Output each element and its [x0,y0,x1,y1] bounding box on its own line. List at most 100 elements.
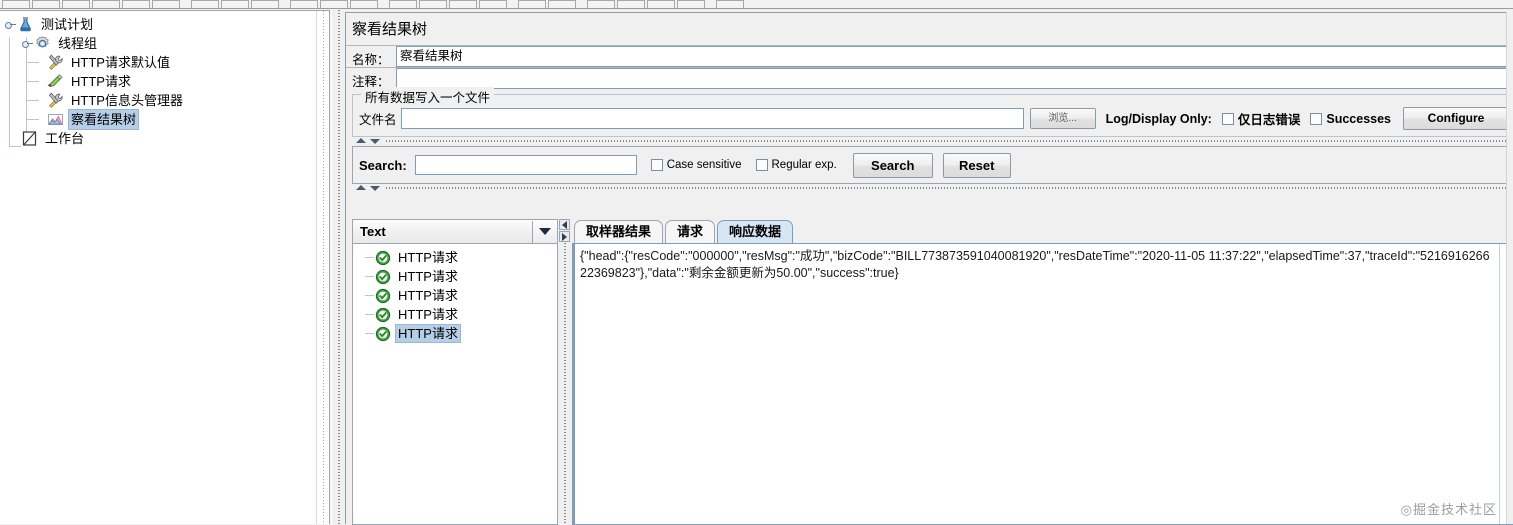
toolbar [0,0,1513,9]
tree-node-view-results-tree[interactable]: 察看结果树 [0,109,329,130]
view-results-tree-panel: 察看结果树 名称： 察看结果树 注释： 所有数据写入一个文件 文件名 浏览...… [345,12,1513,525]
toolbar-button-undo[interactable] [647,0,675,8]
comment-input[interactable] [396,68,1513,89]
collapse-up-icon[interactable] [356,185,366,190]
errors-only-checkbox[interactable]: 仅日志错误 [1221,109,1300,128]
filename-label: 文件名 [359,113,397,127]
filename-row: 文件名 浏览... Log/Display Only: 仅日志错误 Succes… [353,107,1513,130]
tree-connector [26,81,39,82]
tree-node-label: HTTP请求 [71,74,131,89]
tree-node-header-manager[interactable]: HTTP信息头管理器 [0,91,329,110]
toolbar-button-save-as[interactable] [122,0,150,8]
expand-handle-icon[interactable] [4,18,17,31]
case-sensitive-checkbox-box[interactable] [650,159,663,171]
toolbar-button-collapse[interactable] [320,0,348,8]
tree-node-test-plan[interactable]: 测试计划 [0,15,329,34]
toolbar-button-toggle[interactable] [350,0,378,8]
toolbar-button-help[interactable] [716,0,744,8]
write-all-data-group: 所有数据写入一个文件 文件名 浏览... Log/Display Only: 仅… [352,87,1513,137]
renderer-select[interactable]: Text [353,220,557,244]
success-status-icon [375,326,391,342]
toolbar-button-search[interactable] [587,0,615,8]
toolbar-button-start-no-pause[interactable] [419,0,447,8]
list-item[interactable]: HTTP请求 [353,248,557,267]
configure-button[interactable]: Configure [1403,107,1509,130]
successes-checkbox-label: Successes [1326,111,1391,126]
tree-connector [365,257,374,258]
tree-node-thread-group[interactable]: 线程组 [0,34,329,53]
toolbar-button-start[interactable] [389,0,417,8]
splitter-grip-icon [338,10,340,524]
http-sampler-icon [47,73,64,90]
horizontal-splitter-top[interactable] [352,137,1513,146]
toolbar-button-shutdown[interactable] [479,0,507,8]
toolbar-button-cut[interactable] [191,0,219,8]
toolbar-button-expand[interactable] [290,0,318,8]
test-plan-tree-panel[interactable]: 测试计划 线程组 HTTP请求默认值 HTTP请求 HTTP信息头管理器 察看结… [0,10,330,524]
list-item[interactable]: HTTP请求 [353,324,557,343]
filename-input[interactable] [400,108,1024,129]
tab-response-data[interactable]: 响应数据 [717,220,794,243]
list-item-label: HTTP请求 [398,250,458,265]
horizontal-splitter-bottom[interactable] [352,184,1513,193]
toolbar-button-copy[interactable] [221,0,249,8]
toolbar-button-open[interactable] [62,0,90,8]
main-vertical-splitter[interactable] [331,10,346,524]
tree-node-workbench[interactable]: 工作台 [0,129,329,148]
window-scrollbar[interactable] [1506,12,1513,524]
splitter-grip-icon [564,243,566,525]
tree-connector [26,119,39,120]
header-manager-icon [47,92,64,109]
tree-node-label: HTTP请求默认值 [71,55,170,70]
list-item[interactable]: HTTP请求 [353,305,557,324]
toolbar-button-close[interactable] [152,0,180,8]
errors-only-checkbox-box[interactable] [1221,112,1234,125]
collapse-up-icon[interactable] [356,138,366,143]
write-all-data-group-title: 所有数据写入一个文件 [361,87,495,106]
toolbar-button-paste[interactable] [251,0,279,8]
tree-node-http-sampler[interactable]: HTTP请求 [0,72,329,91]
tree-scrollbar[interactable] [316,11,329,524]
search-input[interactable] [414,155,637,175]
name-input[interactable]: 察看结果树 [396,46,1513,67]
successes-checkbox[interactable]: Successes [1310,112,1391,126]
toolbar-button-clear[interactable] [518,0,546,8]
reset-button[interactable]: Reset [942,152,1011,178]
browse-button[interactable]: 浏览... [1029,108,1096,129]
tab-request[interactable]: 请求 [665,220,716,243]
expand-handle-icon[interactable] [21,37,34,50]
success-status-icon [375,269,391,285]
toolbar-button-new[interactable] [2,0,30,8]
collapse-right-icon[interactable] [559,231,570,242]
name-row: 名称： 察看结果树 [346,45,1513,67]
toolbar-button-save[interactable] [92,0,120,8]
regular-exp-checkbox[interactable]: Regular exp. [755,159,837,171]
collapse-down-icon[interactable] [370,186,380,191]
tree-node-http-defaults[interactable]: HTTP请求默认值 [0,53,329,72]
toolbar-button-clear-all[interactable] [548,0,576,8]
results-area: Text HTTP请求 HTTP请求 HTTP请求 HTTP请求 HTTP请求 … [352,219,1513,525]
tree-connector [365,314,374,315]
success-status-icon [375,250,391,266]
list-item[interactable]: HTTP请求 [353,267,557,286]
chevron-down-icon[interactable] [532,220,557,243]
view-results-tree-icon [47,111,64,128]
tab-sampler-result[interactable]: 取样器结果 [574,220,664,243]
case-sensitive-checkbox[interactable]: Case sensitive [650,159,742,171]
tree-node-label: HTTP信息头管理器 [71,93,183,108]
collapse-left-icon[interactable] [559,219,570,230]
toolbar-button-stop[interactable] [449,0,477,8]
sample-result-list[interactable]: HTTP请求 HTTP请求 HTTP请求 HTTP请求 HTTP请求 [353,244,557,524]
toolbar-button-search-reset[interactable] [617,0,645,8]
search-bar: Search: Case sensitive Regular exp. Sear… [352,146,1513,184]
list-item[interactable]: HTTP请求 [353,286,557,305]
search-button[interactable]: Search [852,152,933,178]
response-data-text[interactable]: {"head":{"resCode":"000000","resMsg":"成功… [573,244,1499,524]
success-status-icon [375,307,391,323]
regular-exp-checkbox-box[interactable] [755,159,768,171]
toolbar-button-templates[interactable] [32,0,60,8]
results-splitter[interactable] [558,219,572,525]
successes-checkbox-box[interactable] [1310,112,1323,125]
toolbar-button-redo[interactable] [677,0,705,8]
collapse-down-icon[interactable] [370,139,380,144]
